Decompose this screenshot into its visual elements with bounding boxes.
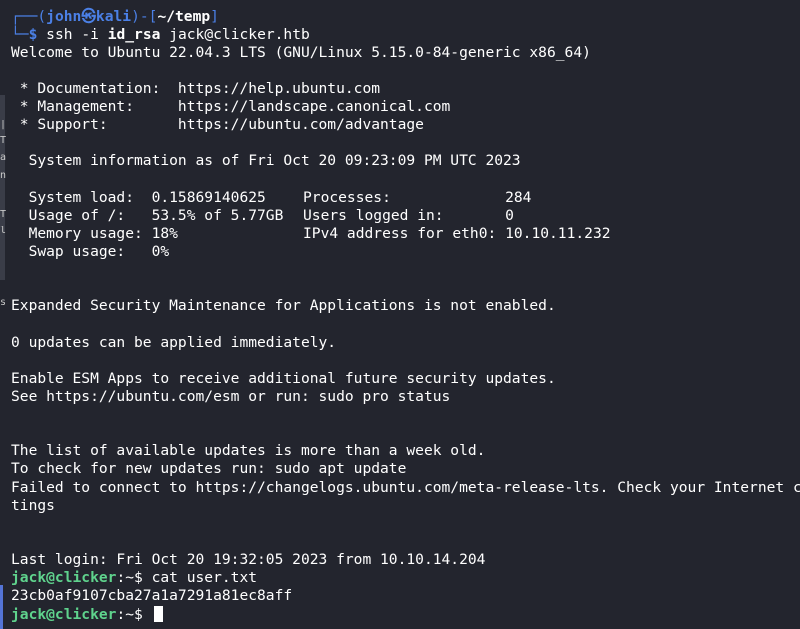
update-list-message: The list of available updates is more th…: [11, 442, 486, 459]
prompt-mid: )-[: [131, 8, 158, 25]
stats-row: System load: 0.15869140625 Processes: 284: [11, 189, 532, 207]
prompt-box-bottom: └─: [11, 26, 29, 43]
remote-user-host: jack@clicker: [11, 569, 117, 586]
stat-users-logged-in: Users logged in: 0: [303, 207, 514, 224]
stat-usage: Usage of /: 53.5% of 5.77GB: [11, 207, 284, 224]
background-window-glyph: n: [0, 171, 6, 181]
remote-prompt-end: :~$: [116, 606, 152, 623]
esm-status-message: Expanded Security Maintenance for Applic…: [11, 297, 556, 314]
background-window-glyph: s: [0, 298, 6, 308]
prompt-path: ~/temp: [157, 8, 211, 25]
command-ssh: ssh -i: [46, 26, 99, 43]
local-command-line: └─$ ssh -i id_rsa jack@clicker.htb: [11, 26, 310, 44]
check-updates-message: To check for new updates run: sudo apt u…: [11, 460, 407, 477]
esm-see-message: See https://ubuntu.com/esm or run: sudo …: [11, 388, 451, 405]
welcome-banner: Welcome to Ubuntu 22.04.3 LTS (GNU/Linux…: [11, 44, 591, 61]
stats-row: Usage of /: 53.5% of 5.77GB Users logged …: [11, 207, 514, 225]
terminal-window[interactable]: | T a n T ll s ┌──(john㉿kali)-[~/temp] └…: [0, 0, 800, 629]
banner-management: * Management: https://landscape.canonica…: [11, 98, 451, 115]
remote-active-prompt[interactable]: jack@clicker:~$: [11, 606, 163, 624]
local-prompt-header: ┌──(john㉿kali)-[~/temp]: [11, 8, 219, 26]
remote-command-line: jack@clicker:~$ cat user.txt: [11, 569, 257, 587]
prompt-user: john: [46, 8, 82, 25]
system-info-header: System information as of Fri Oct 20 09:2…: [11, 152, 521, 169]
remote-user-host: jack@clicker: [11, 606, 117, 623]
background-window-glyph: |: [0, 120, 6, 130]
user-flag-output: 23cb0af9107cba27a1a7291a81ec8aff: [11, 587, 293, 604]
stats-row: Memory usage: 18% IPv4 address for eth0: …: [11, 225, 611, 243]
stat-ipv4-address: IPv4 address for eth0: 10.10.11.232: [303, 225, 611, 242]
remote-prompt-separator: :~$: [116, 569, 152, 586]
background-window-glyph: ll: [0, 226, 6, 236]
command-target: jack@clicker.htb: [169, 26, 310, 43]
connect-failed-wrap: tings: [11, 497, 55, 514]
banner-support: * Support: https://ubuntu.com/advantage: [11, 116, 424, 133]
connect-failed-message: Failed to connect to https://changelogs.…: [11, 479, 800, 496]
stat-swap-usage: Swap usage: 0%: [11, 243, 170, 260]
prompt-end: ]: [210, 8, 219, 25]
stats-row: Swap usage: 0%: [11, 243, 170, 261]
prompt-box-top: ┌──(: [11, 8, 47, 25]
background-window-glyph: T: [0, 136, 6, 146]
prompt-at-symbol: ㉿: [81, 8, 96, 25]
stat-system-load: System load: 0.15869140625: [11, 189, 266, 206]
stat-memory-usage: Memory usage: 18%: [11, 225, 178, 242]
esm-enable-message: Enable ESM Apps to receive additional fu…: [11, 370, 556, 387]
updates-message: 0 updates can be applied immediately.: [11, 334, 337, 351]
last-login-message: Last login: Fri Oct 20 19:32:05 2023 fro…: [11, 551, 486, 568]
background-window-glyph: a: [0, 153, 6, 163]
active-line-indicator: [0, 585, 3, 629]
remote-command: cat user.txt: [151, 569, 258, 586]
banner-documentation: * Documentation: https://help.ubuntu.com: [11, 80, 381, 97]
prompt-host: kali: [95, 8, 132, 25]
prompt-dollar: $: [28, 26, 38, 43]
text-cursor[interactable]: [153, 606, 163, 622]
command-key-file: id_rsa: [107, 26, 161, 43]
background-window-glyph: T: [0, 210, 6, 220]
stat-processes: Processes: 284: [303, 189, 532, 206]
